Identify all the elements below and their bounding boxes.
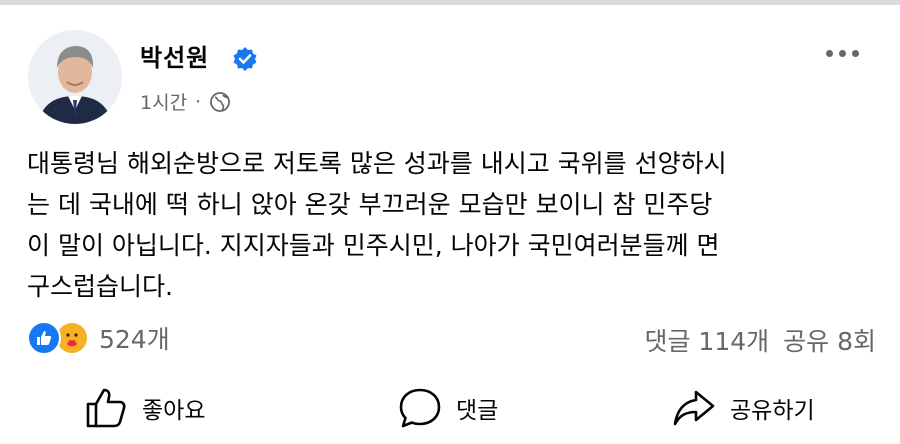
avatar-portrait: [28, 30, 122, 124]
comment-label: 댓글: [456, 398, 499, 424]
post-meta: 1시간 ·: [140, 88, 231, 115]
thumbs-up-glyph: [37, 331, 52, 345]
action-bar: 좋아요 댓글 공유하기: [0, 384, 900, 440]
share-count[interactable]: 공유 8회: [783, 322, 876, 358]
more-options-icon[interactable]: [826, 50, 859, 57]
like-reaction-icon: [27, 321, 61, 355]
dot: [839, 50, 846, 57]
share-arrow-icon: [673, 390, 715, 426]
care-emoji-glyph: [59, 325, 85, 351]
comment-button[interactable]: 댓글: [396, 384, 498, 432]
post-text: 대통령님 해외순방으로 저토록 많은 성과를 내시고 국위를 선양하시 는 데 …: [27, 149, 727, 301]
like-label: 좋아요: [142, 398, 206, 424]
globe-icon[interactable]: [209, 91, 231, 113]
verified-badge-icon: [233, 47, 257, 71]
comment-bubble-icon: [399, 388, 441, 428]
avatar[interactable]: [28, 30, 122, 124]
dot: [852, 50, 859, 57]
author-name[interactable]: 박선원: [140, 38, 209, 73]
engagement-stats: 댓글 114개 공유 8회: [644, 322, 876, 358]
comment-count[interactable]: 댓글 114개: [644, 322, 769, 358]
share-button[interactable]: 공유하기: [670, 384, 815, 432]
share-label: 공유하기: [730, 398, 815, 424]
top-divider: [0, 0, 900, 5]
thumbs-up-icon: [86, 388, 126, 428]
reaction-count: 524개: [99, 325, 170, 354]
post-timestamp[interactable]: 1시간: [140, 88, 187, 115]
like-button[interactable]: 좋아요: [82, 384, 205, 432]
dot: [826, 50, 833, 57]
meta-separator: ·: [195, 90, 202, 113]
reactions-summary[interactable]: 524개: [27, 320, 170, 356]
